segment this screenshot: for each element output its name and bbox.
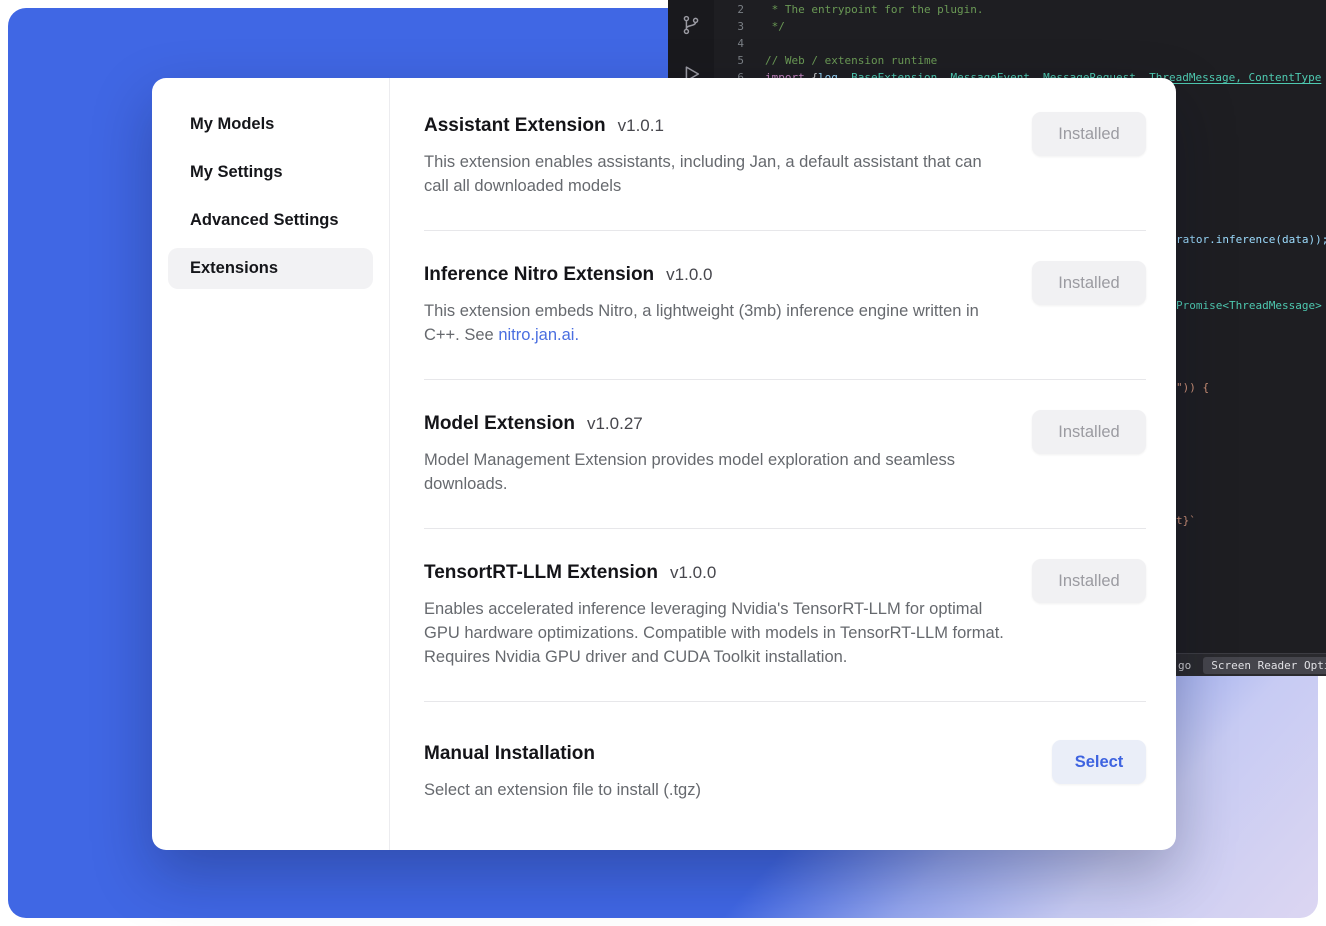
- extension-title-line: Assistant Extension v1.0.1: [424, 112, 1010, 140]
- extension-row-assistant: Assistant Extension v1.0.1 This extensio…: [424, 78, 1146, 231]
- extension-description: Model Management Extension provides mode…: [424, 448, 1010, 496]
- extension-info: Model Extension v1.0.27 Model Management…: [424, 410, 1010, 496]
- code-comment: */: [744, 18, 785, 35]
- installed-button[interactable]: Installed: [1032, 112, 1146, 156]
- extension-version: v1.0.27: [587, 414, 643, 434]
- extension-version: v1.0.1: [618, 116, 664, 136]
- extension-description: This extension enables assistants, inclu…: [424, 150, 1010, 198]
- settings-modal: My Models My Settings Advanced Settings …: [152, 78, 1176, 850]
- installed-button[interactable]: Installed: [1032, 410, 1146, 454]
- status-bar-text: go: [1178, 657, 1191, 674]
- line-number: 2: [714, 1, 744, 18]
- editor-line: 4: [714, 35, 1326, 52]
- sidebar-item-my-models[interactable]: My Models: [168, 104, 373, 145]
- extension-title-line: TensortRT-LLM Extension v1.0.0: [424, 559, 1010, 587]
- sidebar-item-extensions[interactable]: Extensions: [168, 248, 373, 289]
- extension-name: Inference Nitro Extension: [424, 261, 654, 289]
- extension-info: Inference Nitro Extension v1.0.0 This ex…: [424, 261, 1010, 347]
- source-control-icon[interactable]: [680, 14, 702, 41]
- line-number: 5: [714, 52, 744, 69]
- select-file-button[interactable]: Select: [1052, 740, 1146, 784]
- extension-name: Assistant Extension: [424, 112, 606, 140]
- extensions-panel: Assistant Extension v1.0.1 This extensio…: [390, 78, 1176, 850]
- code-blank: [744, 35, 765, 52]
- extension-row-nitro: Inference Nitro Extension v1.0.0 This ex…: [424, 231, 1146, 380]
- settings-sidebar: My Models My Settings Advanced Settings …: [152, 78, 390, 850]
- extension-info: Assistant Extension v1.0.1 This extensio…: [424, 112, 1010, 198]
- editor-line: 3 */: [714, 18, 1326, 35]
- sidebar-item-my-settings[interactable]: My Settings: [168, 152, 373, 193]
- extension-info: TensortRT-LLM Extension v1.0.0 Enables a…: [424, 559, 1010, 669]
- extension-version: v1.0.0: [670, 563, 716, 583]
- screen-reader-status-button[interactable]: Screen Reader Optimiz: [1203, 657, 1326, 674]
- editor-line: 2 * The entrypoint for the plugin.: [714, 1, 1326, 18]
- code-comment: // Web / extension runtime: [744, 52, 937, 69]
- editor-line: 5 // Web / extension runtime: [714, 52, 1326, 69]
- extension-name: TensortRT-LLM Extension: [424, 559, 658, 587]
- extension-version: v1.0.0: [666, 265, 712, 285]
- extension-description: Enables accelerated inference leveraging…: [424, 597, 1010, 669]
- extension-name: Model Extension: [424, 410, 575, 438]
- line-number: 4: [714, 35, 744, 52]
- code-fragment: rator.inference(data));: [1176, 231, 1326, 248]
- code-fragment: Promise<ThreadMessage>: [1176, 297, 1322, 314]
- installed-button[interactable]: Installed: [1032, 559, 1146, 603]
- installed-button[interactable]: Installed: [1032, 261, 1146, 305]
- manual-installation-description: Select an extension file to install (.tg…: [424, 778, 701, 802]
- extension-description: This extension embeds Nitro, a lightweig…: [424, 299, 1010, 347]
- desktop-stage: 2 * The entrypoint for the plugin. 3 */ …: [0, 0, 1326, 926]
- manual-installation-title: Manual Installation: [424, 740, 595, 768]
- code-comment: * The entrypoint for the plugin.: [744, 1, 984, 18]
- extension-title-line: Inference Nitro Extension v1.0.0: [424, 261, 1010, 289]
- nitro-jan-ai-link[interactable]: nitro.jan.ai.: [498, 326, 579, 344]
- code-fragment: t}`: [1176, 512, 1196, 529]
- extension-row-model: Model Extension v1.0.27 Model Management…: [424, 380, 1146, 529]
- extension-info: Manual Installation Select an extension …: [424, 740, 701, 802]
- extension-row-manual-installation: Manual Installation Select an extension …: [424, 702, 1146, 834]
- extension-title-line: Model Extension v1.0.27: [424, 410, 1010, 438]
- line-number: 3: [714, 18, 744, 35]
- sidebar-item-advanced-settings[interactable]: Advanced Settings: [168, 200, 373, 241]
- code-fragment: ")) {: [1176, 379, 1209, 396]
- extension-title-line: Manual Installation: [424, 740, 701, 768]
- editor-code-area: 2 * The entrypoint for the plugin. 3 */ …: [714, 1, 1326, 86]
- extension-row-tensorrt: TensortRT-LLM Extension v1.0.0 Enables a…: [424, 529, 1146, 702]
